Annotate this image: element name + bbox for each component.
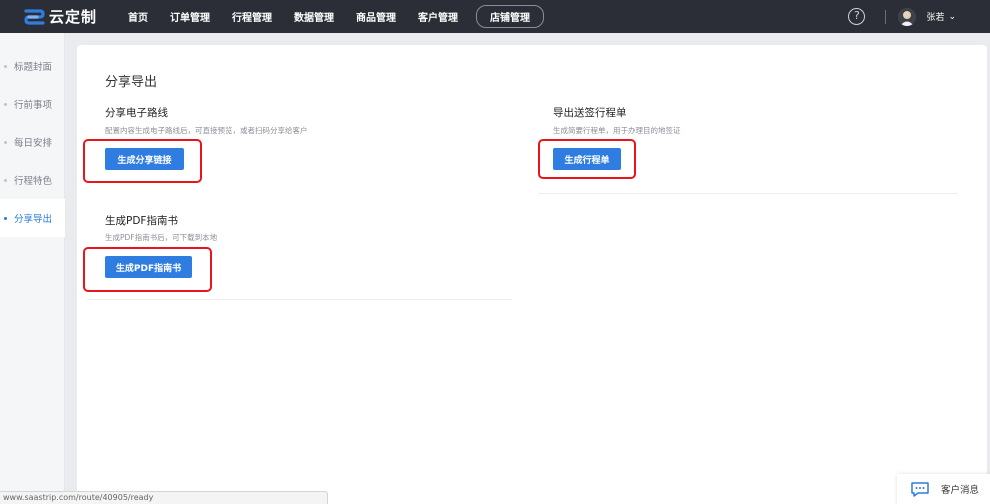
section-title-pdf-guide: 生成PDF指南书: [105, 215, 178, 227]
sidebar-item-share-export[interactable]: 分享导出: [0, 199, 65, 237]
nav-products[interactable]: 商品管理: [356, 9, 396, 24]
header-divider: [885, 9, 887, 24]
customer-message-widget[interactable]: 客户消息: [897, 474, 990, 504]
nav-orders[interactable]: 订单管理: [170, 9, 210, 24]
sidebar-item-label: 分享导出: [14, 214, 53, 225]
sidebar-item-features[interactable]: 行程特色: [0, 161, 65, 199]
generate-share-link-button[interactable]: 生成分享链接: [105, 148, 184, 170]
chevron-down-icon[interactable]: ⌄: [948, 12, 956, 22]
content-card: 分享导出 分享电子路线 配置内容生成电子路线后，可直接预览，或者扫码分享给客户 …: [77, 45, 987, 504]
nav-home[interactable]: 首页: [128, 9, 148, 24]
nav-itineraries[interactable]: 行程管理: [232, 9, 272, 24]
status-bar-url: www.saastrip.com/route/40905/ready: [0, 491, 328, 504]
avatar[interactable]: [898, 7, 917, 26]
bullet-icon: [4, 64, 7, 68]
user-avatar-icon: [898, 7, 917, 26]
section-desc-share-route: 配置内容生成电子路线后，可直接预览，或者扫码分享给客户: [105, 126, 308, 135]
logo-icon: [24, 8, 45, 25]
section-title-visa-itinerary: 导出送签行程单: [553, 107, 627, 119]
bullet-icon: [4, 102, 7, 106]
nav-customers[interactable]: 客户管理: [418, 9, 458, 24]
nav-store-management[interactable]: 店铺管理: [476, 5, 544, 28]
chat-bubble-icon: [911, 481, 929, 497]
bullet-icon: [4, 178, 7, 182]
brand-logo[interactable]: 云定制: [23, 6, 128, 27]
sidebar-item-daily[interactable]: 每日安排: [0, 123, 65, 161]
page-title: 分享导出: [105, 75, 158, 90]
sidebar-item-label: 行前事项: [14, 100, 53, 111]
section-title-share-route: 分享电子路线: [105, 107, 168, 119]
help-circle-icon[interactable]: ?: [848, 8, 866, 25]
header-actions: ? 张若 ⌄: [848, 0, 990, 33]
top-nav-bar: 云定制 首页 订单管理 行程管理 数据管理 商品管理 客户管理 店铺管理 ? 张…: [0, 0, 990, 33]
chat-label: 客户消息: [941, 485, 980, 496]
sidebar: 标题封面 行前事项 每日安排 行程特色 分享导出: [0, 33, 65, 504]
main-nav: 首页 订单管理 行程管理 数据管理 商品管理 客户管理 店铺管理: [128, 0, 566, 33]
bullet-icon: [4, 216, 7, 220]
generate-itinerary-button[interactable]: 生成行程单: [553, 148, 621, 170]
section-desc-pdf-guide: 生成PDF指南书后，可下载到本地: [105, 233, 218, 242]
section-divider: [538, 193, 958, 194]
nav-data[interactable]: 数据管理: [294, 9, 334, 24]
bullet-icon: [4, 140, 7, 144]
sidebar-item-pretrip[interactable]: 行前事项: [0, 85, 65, 123]
brand-name: 云定制: [49, 8, 98, 26]
section-divider: [87, 299, 512, 300]
user-name[interactable]: 张若: [926, 10, 944, 23]
sidebar-item-label: 每日安排: [14, 138, 53, 149]
sidebar-item-cover[interactable]: 标题封面: [0, 47, 65, 85]
sidebar-item-label: 行程特色: [14, 176, 53, 187]
generate-pdf-guide-button[interactable]: 生成PDF指南书: [105, 256, 192, 278]
section-desc-visa-itinerary: 生成简要行程单，用于办理目的地签证: [553, 126, 681, 135]
sidebar-item-label: 标题封面: [14, 62, 53, 73]
